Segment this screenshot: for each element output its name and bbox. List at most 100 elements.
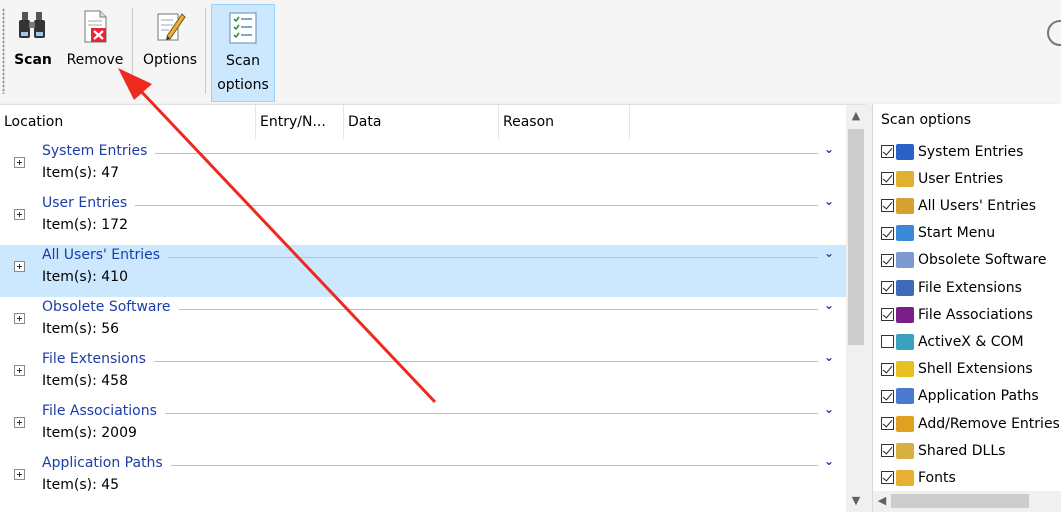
list-group[interactable]: System Entries ⌄ Item(s): 47 bbox=[0, 141, 846, 193]
option-label: Start Menu bbox=[918, 225, 996, 242]
expand-plus-icon[interactable] bbox=[14, 261, 25, 272]
expand-plus-icon[interactable] bbox=[14, 417, 25, 428]
column-location[interactable]: Location bbox=[0, 105, 256, 139]
checklist-icon bbox=[229, 12, 257, 44]
column-reason[interactable]: Reason bbox=[499, 105, 630, 139]
group-count: Item(s): 56 bbox=[42, 321, 120, 337]
group-count: Item(s): 47 bbox=[42, 165, 120, 181]
scan-button[interactable]: Scan bbox=[12, 4, 54, 72]
group-title: User Entries bbox=[42, 195, 128, 211]
option-icon bbox=[896, 143, 914, 160]
group-title: File Extensions bbox=[42, 351, 146, 367]
option-label: Fonts bbox=[918, 469, 956, 486]
scan-option-item[interactable]: System Entries bbox=[881, 138, 1023, 165]
column-entry-name[interactable]: Entry/N... bbox=[256, 105, 344, 139]
results-list: Location Entry/N... Data Reason System E… bbox=[0, 104, 866, 512]
scan-option-item[interactable]: File Extensions bbox=[881, 274, 1022, 301]
checkbox[interactable] bbox=[881, 362, 894, 376]
scroll-up-icon[interactable]: ▲ bbox=[846, 107, 866, 125]
option-icon bbox=[896, 469, 914, 486]
list-group[interactable]: File Extensions ⌄ Item(s): 458 bbox=[0, 349, 846, 401]
group-count: Item(s): 45 bbox=[42, 477, 120, 493]
list-group[interactable]: File Associations ⌄ Item(s): 2009 bbox=[0, 401, 846, 453]
checkbox[interactable] bbox=[881, 226, 894, 240]
group-title: Application Paths bbox=[42, 455, 163, 471]
chevron-down-icon[interactable]: ⌄ bbox=[824, 246, 834, 260]
option-icon bbox=[896, 170, 914, 187]
scan-option-item[interactable]: Obsolete Software bbox=[881, 247, 1047, 274]
checkbox[interactable] bbox=[881, 335, 894, 349]
expand-plus-icon[interactable] bbox=[14, 313, 25, 324]
scan-option-item[interactable]: Start Menu bbox=[881, 220, 995, 247]
checkbox[interactable] bbox=[881, 471, 894, 485]
chevron-down-icon[interactable]: ⌄ bbox=[824, 402, 834, 416]
group-divider bbox=[155, 153, 818, 154]
help-circle-icon[interactable] bbox=[1047, 20, 1061, 46]
option-icon bbox=[896, 197, 914, 214]
checkbox[interactable] bbox=[881, 308, 894, 322]
scan-options-button[interactable]: Scan options bbox=[211, 4, 275, 102]
chevron-down-icon[interactable]: ⌄ bbox=[824, 194, 834, 208]
scan-option-item[interactable]: Shared DLLs bbox=[881, 437, 1005, 464]
group-divider bbox=[171, 465, 818, 466]
group-title: File Associations bbox=[42, 403, 157, 419]
group-count: Item(s): 2009 bbox=[42, 425, 137, 441]
checkbox[interactable] bbox=[881, 172, 894, 186]
list-group[interactable]: Obsolete Software ⌄ Item(s): 56 bbox=[0, 297, 846, 349]
column-data[interactable]: Data bbox=[344, 105, 499, 139]
checkbox[interactable] bbox=[881, 199, 894, 213]
option-icon bbox=[896, 225, 914, 242]
toolbar-separator bbox=[132, 8, 133, 94]
toolbar-grip[interactable] bbox=[2, 8, 5, 94]
expand-plus-icon[interactable] bbox=[14, 469, 25, 480]
checkbox[interactable] bbox=[881, 389, 894, 403]
group-divider bbox=[135, 205, 818, 206]
group-count: Item(s): 458 bbox=[42, 373, 128, 389]
chevron-down-icon[interactable]: ⌄ bbox=[824, 350, 834, 364]
chevron-down-icon[interactable]: ⌄ bbox=[824, 454, 834, 468]
expand-plus-icon[interactable] bbox=[14, 157, 25, 168]
option-label: Shell Extensions bbox=[918, 361, 1033, 378]
scan-option-item[interactable]: File Associations bbox=[881, 301, 1033, 328]
scan-options-label: Scan options bbox=[217, 53, 269, 93]
options-button[interactable]: Options bbox=[138, 4, 202, 72]
option-icon bbox=[896, 388, 914, 405]
list-group[interactable]: User Entries ⌄ Item(s): 172 bbox=[0, 193, 846, 245]
checkbox[interactable] bbox=[881, 145, 894, 158]
scroll-down-icon[interactable]: ▼ bbox=[846, 492, 866, 510]
scan-option-item[interactable]: Fonts bbox=[881, 464, 956, 491]
list-group[interactable]: All Users' Entries ⌄ Item(s): 410 bbox=[0, 245, 846, 297]
remove-button[interactable]: Remove bbox=[62, 4, 128, 72]
option-icon bbox=[896, 252, 914, 269]
toolbar-separator bbox=[205, 8, 206, 94]
checkbox[interactable] bbox=[881, 417, 894, 430]
option-icon bbox=[896, 333, 914, 350]
checkbox[interactable] bbox=[881, 281, 894, 294]
remove-label: Remove bbox=[66, 52, 124, 68]
chevron-down-icon[interactable]: ⌄ bbox=[824, 142, 834, 156]
scrollbar-thumb[interactable] bbox=[848, 129, 864, 345]
list-group[interactable]: Application Paths ⌄ Item(s): 45 bbox=[0, 453, 846, 505]
option-icon bbox=[896, 306, 914, 323]
vertical-scrollbar[interactable]: ▲ ▼ bbox=[846, 105, 866, 512]
group-count: Item(s): 172 bbox=[42, 217, 128, 233]
horizontal-scrollbar[interactable]: ◀ bbox=[873, 491, 1061, 511]
expand-plus-icon[interactable] bbox=[14, 365, 25, 376]
scan-option-item[interactable]: Add/Remove Entries bbox=[881, 410, 1060, 437]
scan-option-item[interactable]: Application Paths bbox=[881, 383, 1039, 410]
scan-option-item[interactable]: All Users' Entries bbox=[881, 192, 1036, 219]
group-count: Item(s): 410 bbox=[42, 269, 128, 285]
group-title: All Users' Entries bbox=[42, 247, 161, 263]
checkbox[interactable] bbox=[881, 444, 894, 458]
option-label: Add/Remove Entries bbox=[918, 415, 1060, 432]
scan-option-item[interactable]: Shell Extensions bbox=[881, 356, 1033, 383]
scan-option-item[interactable]: User Entries bbox=[881, 165, 1003, 192]
scan-option-item[interactable]: ActiveX & COM bbox=[881, 328, 1024, 355]
scroll-left-icon[interactable]: ◀ bbox=[875, 491, 889, 511]
chevron-down-icon[interactable]: ⌄ bbox=[824, 298, 834, 312]
option-icon bbox=[896, 415, 914, 432]
checkbox[interactable] bbox=[881, 253, 894, 267]
option-label: ActiveX & COM bbox=[918, 333, 1024, 350]
expand-plus-icon[interactable] bbox=[14, 209, 25, 220]
scrollbar-thumb[interactable] bbox=[891, 494, 1029, 508]
